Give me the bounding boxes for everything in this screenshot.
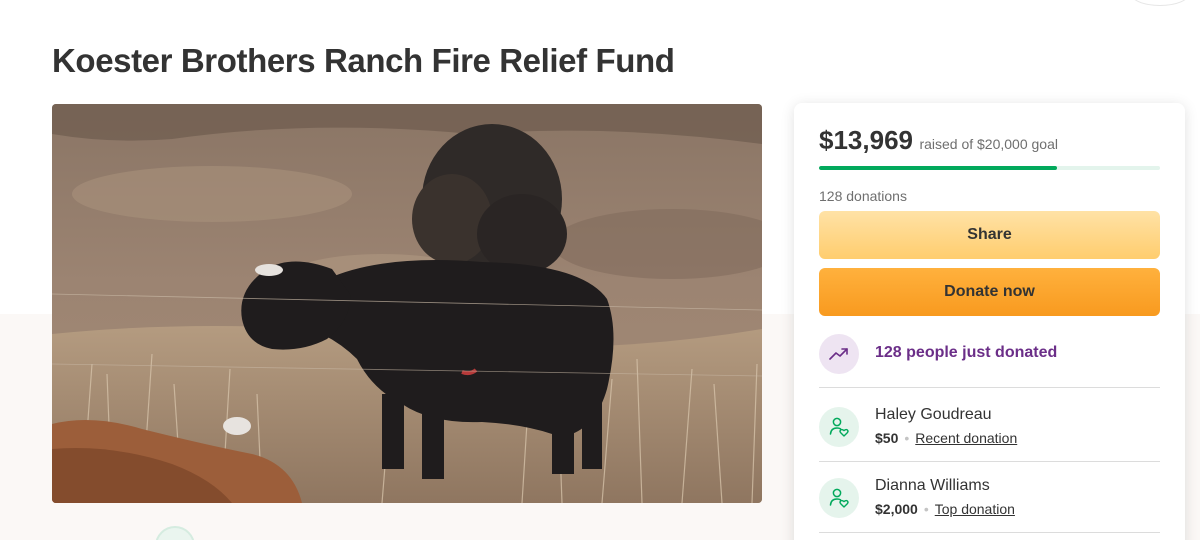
divider xyxy=(819,532,1160,533)
donor-meta: $2,000 • Top donation xyxy=(875,501,1015,517)
donor-name: Haley Goudreau xyxy=(875,406,992,423)
share-button[interactable]: Share xyxy=(819,211,1160,259)
donate-now-button[interactable]: Donate now xyxy=(819,268,1160,316)
donation-sidebar-card: $13,969 raised of $20,000 goal 128 donat… xyxy=(794,103,1185,540)
recent-donation-link[interactable]: Recent donation xyxy=(915,430,1017,446)
progress-bar xyxy=(819,166,1160,170)
recent-activity-banner: 128 people just donated xyxy=(819,334,1160,374)
cow-in-burned-field-image xyxy=(52,104,762,503)
raised-summary: $13,969 raised of $20,000 goal xyxy=(819,125,1058,156)
donor-amount: $50 xyxy=(875,430,899,446)
donations-count: 128 donations xyxy=(819,188,907,204)
donor-meta: $50 • Recent donation xyxy=(875,430,1017,446)
divider xyxy=(819,387,1160,388)
campaign-hero-image[interactable] xyxy=(52,104,762,503)
divider xyxy=(819,461,1160,462)
donor-heart-icon xyxy=(819,407,859,447)
donor-item: Haley Goudreau $50 • Recent donation xyxy=(819,403,1160,455)
raised-amount: $13,969 xyxy=(819,125,913,155)
donor-heart-icon xyxy=(819,478,859,518)
top-donation-link[interactable]: Top donation xyxy=(935,501,1015,517)
donor-name: Dianna Williams xyxy=(875,477,990,494)
page-title: Koester Brothers Ranch Fire Relief Fund xyxy=(52,42,675,79)
header-control-peek[interactable] xyxy=(1130,0,1190,6)
separator-dot: • xyxy=(904,430,910,446)
separator-dot: • xyxy=(923,501,929,517)
recent-activity-text: 128 people just donated xyxy=(875,344,1058,361)
progress-bar-fill xyxy=(819,166,1058,170)
goal-label: raised of $20,000 goal xyxy=(919,136,1058,152)
donor-amount: $2,000 xyxy=(875,501,918,517)
donor-item: Dianna Williams $2,000 • Top donation xyxy=(819,474,1160,526)
trending-up-icon xyxy=(819,334,859,374)
